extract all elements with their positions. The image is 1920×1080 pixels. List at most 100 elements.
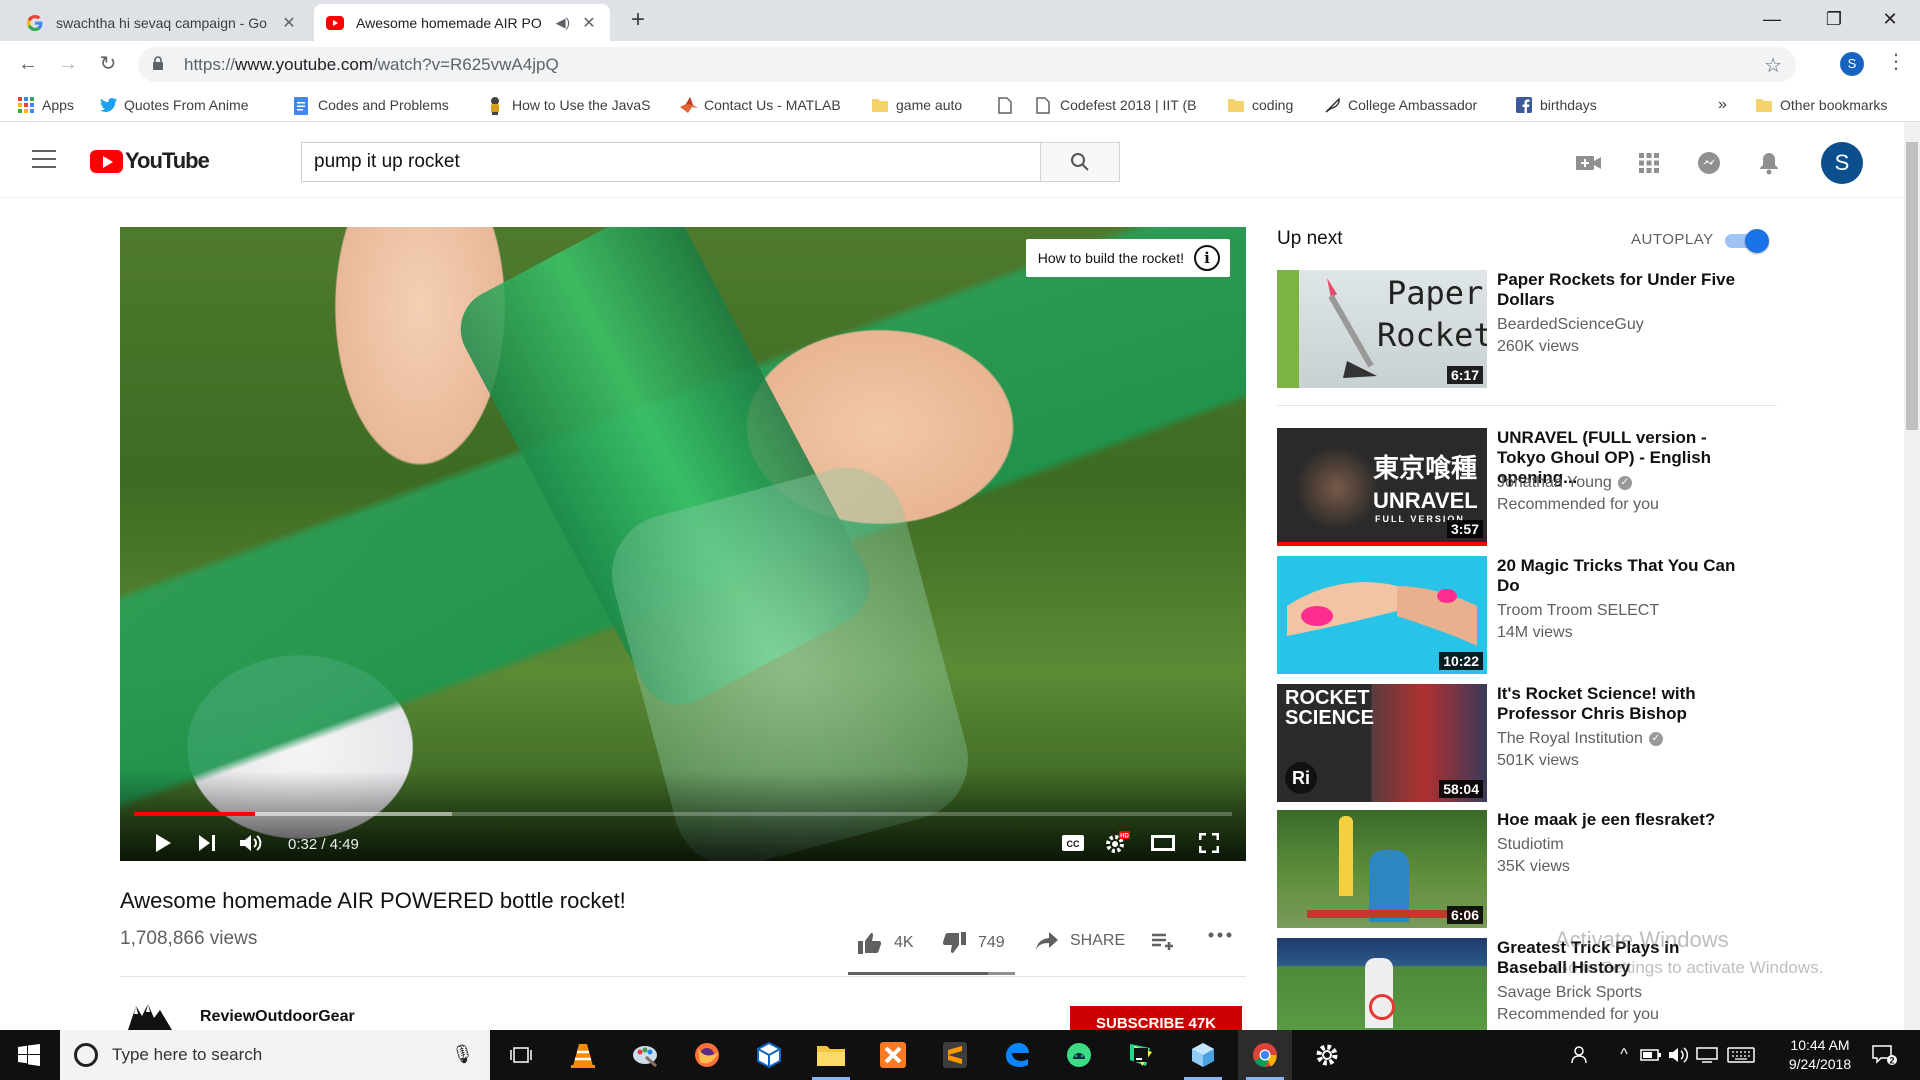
restore-button[interactable]: ❐ — [1806, 0, 1862, 41]
xampp-icon[interactable] — [866, 1030, 920, 1080]
recommendation-item[interactable]: 6:06 Hoe maak je een flesraket? Studioti… — [1277, 810, 1777, 928]
recommendation-title[interactable]: It's Rocket Science! with Professor Chri… — [1497, 684, 1747, 724]
bookmark-contact-matlab[interactable]: Contact Us - MATLAB — [680, 95, 848, 115]
search-input[interactable] — [301, 142, 1041, 182]
bookmark-coding[interactable]: coding — [1228, 95, 1293, 115]
info-icon[interactable]: i — [1194, 245, 1220, 271]
tab-google-search[interactable]: swachtha hi sevaq campaign - Go ✕ — [14, 4, 310, 41]
3d-viewer-icon[interactable] — [1176, 1030, 1230, 1080]
play-button[interactable] — [146, 826, 180, 860]
video-player[interactable]: How to build the rocket! i 0:32 / 4:49 C… — [120, 227, 1246, 861]
dislike-button[interactable]: 749 — [942, 932, 1005, 954]
recommendation-item[interactable]: ROCKET SCIENCE Ri 58:04 It's Rocket Scien… — [1277, 684, 1777, 802]
bookmark-college-ambassador[interactable]: College Ambassador — [1324, 95, 1492, 115]
keyboard-icon[interactable] — [1724, 1030, 1758, 1080]
scrollbar-thumb[interactable] — [1906, 142, 1918, 430]
virtualbox-icon[interactable] — [742, 1030, 796, 1080]
recommendation-item[interactable]: 東京喰種 UNRAVEL FULL VERSION 3:57 UNRAVEL (… — [1277, 428, 1777, 546]
firefox-icon[interactable] — [680, 1030, 734, 1080]
bookmark-birthdays[interactable]: birthdays — [1516, 95, 1597, 115]
task-view-icon[interactable] — [494, 1030, 548, 1080]
recommendation-title[interactable]: Paper Rockets for Under Five Dollars — [1497, 270, 1747, 310]
video-thumbnail[interactable] — [1277, 938, 1487, 1030]
back-button[interactable]: ← — [14, 50, 42, 78]
bookmark-quotes-from-anime[interactable]: Quotes From Anime — [100, 95, 268, 115]
search-button[interactable] — [1040, 142, 1120, 182]
recommendation-title[interactable]: 20 Magic Tricks That You Can Do — [1497, 556, 1747, 596]
profile-avatar[interactable]: S — [1840, 52, 1864, 76]
address-bar[interactable]: https://www.youtube.com/watch?v=R625vwA4… — [138, 47, 1796, 82]
video-thumbnail[interactable]: Paper Rockets 6:17 — [1277, 270, 1487, 388]
close-window-button[interactable]: ✕ — [1862, 0, 1918, 41]
android-studio-icon[interactable] — [1052, 1030, 1106, 1080]
show-hidden-icons-chevron-icon[interactable]: ^ — [1614, 1030, 1634, 1080]
bookmark-how-to-use-java[interactable]: How to Use the JavaS — [488, 95, 656, 115]
bookmark-star-icon[interactable]: ☆ — [1764, 53, 1782, 78]
sublime-text-icon[interactable] — [928, 1030, 982, 1080]
chrome-menu-icon[interactable]: ⋮ — [1886, 49, 1906, 74]
next-button[interactable] — [190, 826, 224, 860]
volume-button[interactable] — [234, 826, 268, 860]
file-explorer-icon[interactable] — [804, 1030, 858, 1080]
channel-name[interactable]: ReviewOutdoorGear — [200, 1008, 355, 1026]
tab-close-icon[interactable]: ✕ — [280, 13, 298, 33]
video-thumbnail[interactable]: 10:22 — [1277, 556, 1487, 674]
subscribe-button[interactable]: SUBSCRIBE 47K — [1070, 1006, 1242, 1030]
messages-icon[interactable] — [1696, 150, 1722, 176]
paint-icon[interactable] — [618, 1030, 672, 1080]
microphone-icon[interactable]: 🎙 — [451, 1044, 474, 1065]
edge-icon[interactable] — [990, 1030, 1044, 1080]
battery-icon[interactable] — [1638, 1030, 1664, 1080]
info-card-teaser[interactable]: How to build the rocket! i — [1025, 239, 1230, 277]
fullscreen-button[interactable] — [1192, 826, 1226, 860]
progress-bar[interactable] — [134, 812, 1232, 816]
youtube-logo[interactable]: YouTube — [90, 148, 210, 174]
video-thumbnail[interactable]: ROCKET SCIENCE Ri 58:04 — [1277, 684, 1487, 802]
recommendation-title[interactable]: Hoe maak je een flesraket? — [1497, 810, 1747, 830]
speaker-icon[interactable] — [1666, 1030, 1692, 1080]
share-button[interactable]: SHARE — [1036, 932, 1125, 950]
system-clock[interactable]: 10:44 AM 9/24/2018 — [1770, 1036, 1870, 1074]
bookmark-apps[interactable]: Apps — [18, 95, 74, 115]
new-tab-button[interactable]: + — [624, 6, 652, 34]
bookmark-game-auto[interactable]: game auto — [872, 95, 962, 115]
bookmark-page[interactable] — [998, 95, 1022, 115]
bookmarks-overflow-button[interactable]: » — [1718, 95, 1727, 115]
account-avatar[interactable]: S — [1821, 142, 1863, 184]
action-center-icon[interactable]: 2 — [1864, 1030, 1904, 1080]
tab-close-icon[interactable]: ✕ — [580, 13, 598, 33]
forward-button[interactable]: → — [54, 50, 82, 78]
vlc-icon[interactable] — [556, 1030, 610, 1080]
people-icon[interactable] — [1566, 1030, 1596, 1080]
recommendation-item[interactable]: 10:22 20 Magic Tricks That You Can Do Tr… — [1277, 556, 1777, 674]
captions-button[interactable]: CC — [1056, 826, 1090, 860]
notifications-bell-icon[interactable] — [1756, 150, 1782, 176]
bookmark-codes-and-problems[interactable]: Codes and Problems — [294, 95, 462, 115]
like-button[interactable]: 4K — [858, 932, 914, 954]
theater-mode-button[interactable] — [1146, 826, 1180, 860]
apps-icon[interactable] — [1636, 150, 1662, 176]
pycharm-icon[interactable] — [1114, 1030, 1168, 1080]
guide-menu-icon[interactable] — [32, 150, 56, 168]
taskbar-search-box[interactable]: Type here to search 🎙 — [60, 1030, 490, 1080]
page-scrollbar[interactable] — [1904, 122, 1920, 1030]
reload-button[interactable]: ↻ — [94, 50, 122, 78]
settings-gear-icon[interactable] — [1300, 1030, 1354, 1080]
tab-youtube-video[interactable]: Awesome homemade AIR PO ◀) ✕ — [314, 4, 610, 41]
autoplay-toggle[interactable] — [1725, 229, 1769, 253]
video-thumbnail[interactable]: 6:06 — [1277, 810, 1487, 928]
channel-avatar[interactable] — [126, 1002, 174, 1032]
audio-playing-icon[interactable]: ◀) — [556, 15, 570, 31]
more-actions-button[interactable] — [1208, 932, 1232, 938]
create-video-icon[interactable] — [1576, 150, 1602, 176]
settings-button[interactable]: HD — [1100, 826, 1134, 860]
video-thumbnail[interactable]: 東京喰種 UNRAVEL FULL VERSION 3:57 — [1277, 428, 1487, 546]
add-to-playlist-button[interactable] — [1152, 932, 1174, 950]
bookmark-codefest-2018[interactable]: Codefest 2018 | IIT (B — [1036, 95, 1206, 115]
recommendation-item[interactable]: Paper Rockets 6:17 Paper Rockets for Und… — [1277, 270, 1777, 388]
other-bookmarks[interactable]: Other bookmarks — [1756, 95, 1887, 115]
minimize-button[interactable]: — — [1744, 0, 1800, 41]
network-icon[interactable] — [1694, 1030, 1720, 1080]
start-button[interactable] — [0, 1030, 58, 1080]
chrome-icon[interactable] — [1238, 1030, 1292, 1080]
